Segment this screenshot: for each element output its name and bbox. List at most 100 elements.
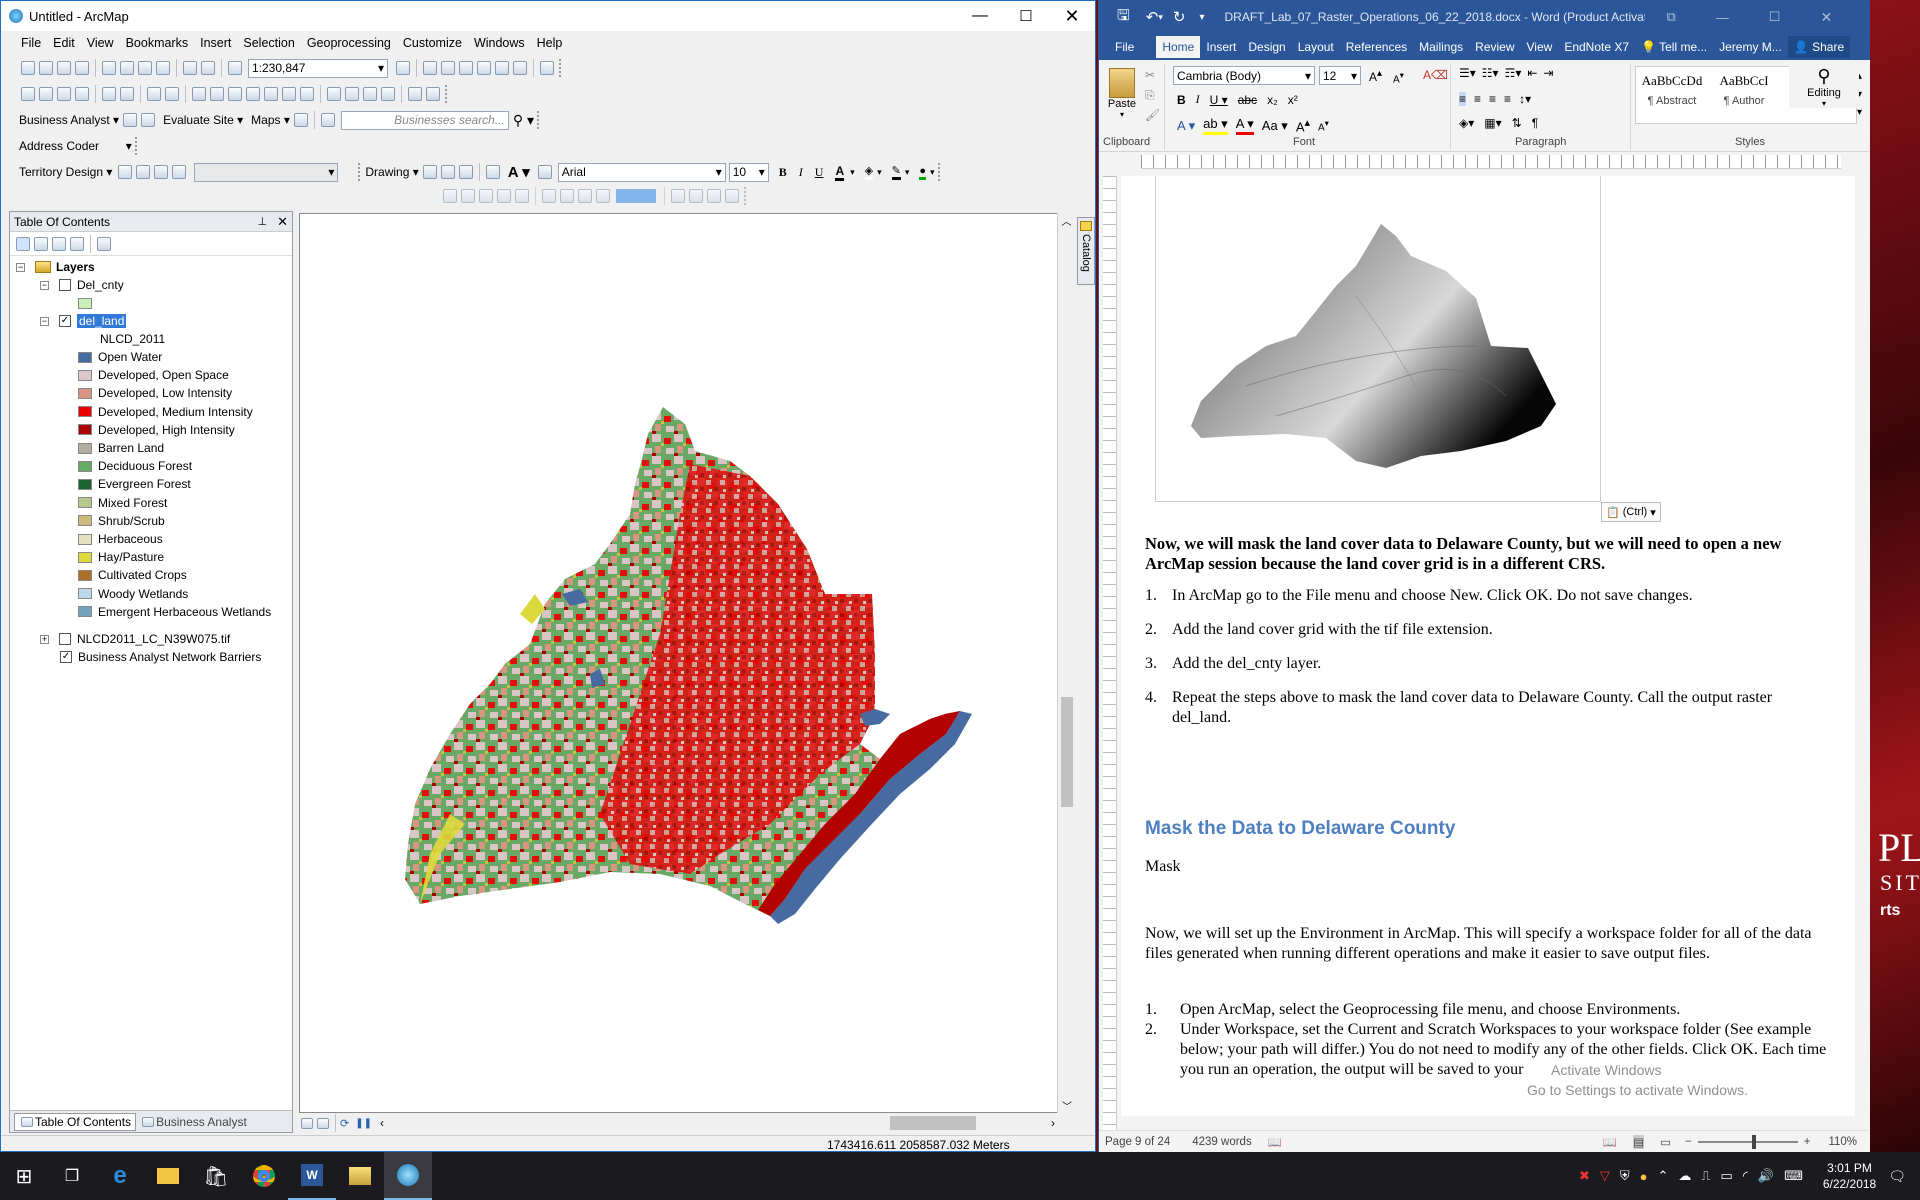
map-vertical-scroll-thumb[interactable] [1061, 697, 1073, 807]
legend-swatch[interactable] [78, 551, 92, 563]
catalog-side-tab[interactable]: Catalog [1077, 217, 1095, 285]
pin-icon[interactable]: ⊥ [258, 215, 268, 228]
tray-usb-icon[interactable]: ⎍ [1701, 1168, 1710, 1184]
word-underline-button[interactable]: U ▾ [1210, 93, 1228, 107]
fixed-zoom-out-icon[interactable] [120, 87, 134, 101]
measure-icon[interactable] [300, 87, 314, 101]
tray-keyboard-icon[interactable]: ⌨ [1784, 1168, 1803, 1184]
show-marks-icon[interactable]: ¶ [1532, 116, 1538, 130]
tray-wifi-icon[interactable]: ⌃ [1658, 1168, 1669, 1184]
menu-insert[interactable]: Insert [194, 36, 237, 50]
find-icon[interactable] [327, 87, 341, 101]
decrease-indent-icon[interactable]: ⇤ [1527, 66, 1537, 80]
toc-window-icon[interactable] [423, 61, 437, 75]
grow-font-icon[interactable]: A▴ [1369, 68, 1382, 84]
open-icon[interactable] [39, 61, 53, 75]
zoom-slider[interactable] [1697, 1134, 1798, 1149]
clear-selection-icon[interactable] [210, 87, 224, 101]
change-case-icon[interactable]: Aa ▾ [1262, 118, 1288, 134]
legend-swatch[interactable] [78, 387, 92, 399]
align-left-icon[interactable]: ≡ [1459, 92, 1467, 106]
layout-view-icon[interactable] [317, 1117, 329, 1129]
ba-window-icon[interactable] [123, 113, 138, 127]
legend-item[interactable]: Developed, Medium Intensity [78, 403, 253, 421]
text-effects-icon[interactable]: A ▾ [1177, 118, 1195, 134]
paste-button[interactable]: Paste ▾ [1107, 68, 1137, 119]
grow-font-icon-2[interactable]: A▴ [1296, 116, 1310, 134]
save-icon[interactable] [57, 61, 71, 75]
new-document-icon[interactable] [21, 61, 35, 75]
scroll-up-icon[interactable]: ︿ [1058, 213, 1075, 228]
add-data-icon[interactable] [228, 61, 242, 75]
clock[interactable]: 3:01 PM 6/22/2018 [1823, 1160, 1876, 1192]
menu-file[interactable]: File [15, 36, 47, 50]
list-by-drawing-order-icon[interactable] [16, 236, 30, 251]
evaluate-site-menu[interactable]: Evaluate Site ▾ [163, 113, 243, 127]
map-horizontal-scrollbar[interactable] [390, 1116, 1045, 1130]
highlight-icon[interactable]: ab ▾ [1203, 116, 1228, 135]
legend-item[interactable]: Cultivated Crops [78, 566, 187, 584]
hyperlink-icon[interactable] [264, 87, 278, 101]
borders-icon[interactable]: ▦▾ [1484, 116, 1501, 130]
italic-button[interactable]: I [799, 165, 803, 180]
read-mode-icon[interactable]: 📖 [1603, 1135, 1617, 1149]
legend-swatch[interactable] [78, 515, 92, 527]
print-icon[interactable] [75, 61, 89, 75]
paste-icon[interactable] [138, 61, 152, 75]
cut-icon[interactable] [102, 61, 116, 75]
python-icon[interactable] [495, 61, 509, 75]
territory-design-menu[interactable]: Territory Design ▾ [19, 165, 112, 179]
word-redo-icon[interactable]: ↻ [1173, 8, 1186, 26]
legend-item[interactable]: Emergent Herbaceous Wetlands [78, 603, 271, 621]
zoom-out-icon[interactable] [39, 87, 53, 101]
list-by-selection-icon[interactable] [70, 236, 84, 251]
menu-edit[interactable]: Edit [47, 36, 81, 50]
tray-network-icon[interactable]: ◜ [1743, 1168, 1748, 1184]
multilevel-icon[interactable]: ☶▾ [1505, 66, 1522, 80]
justify-icon[interactable]: ≡ [1504, 92, 1511, 106]
tab-layout[interactable]: Layout [1292, 36, 1340, 58]
full-extent-icon[interactable] [75, 87, 89, 101]
marker-color-icon[interactable]: ● [919, 165, 927, 180]
pan-icon[interactable] [57, 87, 71, 101]
legend-swatch[interactable] [78, 351, 92, 363]
legend-item[interactable]: Herbaceous [78, 530, 163, 548]
fixed-zoom-in-icon[interactable] [102, 87, 116, 101]
legend-item[interactable]: Evergreen Forest [78, 475, 191, 493]
search-icon[interactable]: ⚲ ▾ [513, 112, 534, 129]
tray-battery-icon[interactable]: ▭ [1721, 1168, 1733, 1184]
word-bold-button[interactable]: B [1177, 93, 1186, 107]
legend-swatch[interactable] [78, 406, 92, 418]
ba-settings-icon[interactable] [141, 113, 156, 127]
menu-help[interactable]: Help [531, 36, 569, 50]
menu-view[interactable]: View [81, 36, 120, 50]
style-item[interactable]: AaBbCcDd ¶ Abstract [1636, 67, 1708, 123]
scroll-right-icon[interactable]: › [1051, 1116, 1055, 1130]
select-elements-icon[interactable] [228, 87, 242, 101]
extension-icon[interactable] [540, 61, 554, 75]
ba-grid-icon[interactable] [320, 113, 335, 127]
user-name[interactable]: Jeremy M... [1713, 36, 1788, 58]
map-view[interactable] [299, 213, 1075, 1113]
toc-close-icon[interactable]: ✕ [277, 214, 288, 230]
business-analyst-menu[interactable]: Business Analyst ▾ [19, 113, 119, 127]
copy-icon[interactable] [120, 61, 134, 75]
legend-item[interactable]: Mixed Forest [78, 494, 167, 512]
word-close-button[interactable]: ✕ [1820, 9, 1832, 26]
sort-icon[interactable]: ⇅ [1512, 116, 1522, 130]
refresh-icon[interactable]: ⟳ [340, 1117, 349, 1130]
underline-button[interactable]: U [815, 165, 824, 180]
zoom-slider-thumb[interactable] [1751, 1134, 1756, 1149]
clear-formatting-icon[interactable]: A⌫ [1423, 68, 1448, 82]
network-barriers-checkbox[interactable]: ✓ [60, 651, 72, 663]
scroll-down-icon[interactable]: ﹀ [1058, 1098, 1076, 1113]
menu-customize[interactable]: Customize [397, 36, 468, 50]
tab-references[interactable]: References [1340, 36, 1413, 58]
bold-button[interactable]: B [779, 165, 787, 180]
word-font-color-icon[interactable]: A ▾ [1235, 116, 1254, 135]
select-features-icon[interactable] [192, 87, 206, 101]
text-edit-icon[interactable] [537, 165, 552, 179]
goto-xy-icon[interactable] [363, 87, 377, 101]
page-count[interactable]: Page 9 of 24 [1105, 1136, 1170, 1148]
maximize-button[interactable]: ☐ [1003, 7, 1049, 25]
